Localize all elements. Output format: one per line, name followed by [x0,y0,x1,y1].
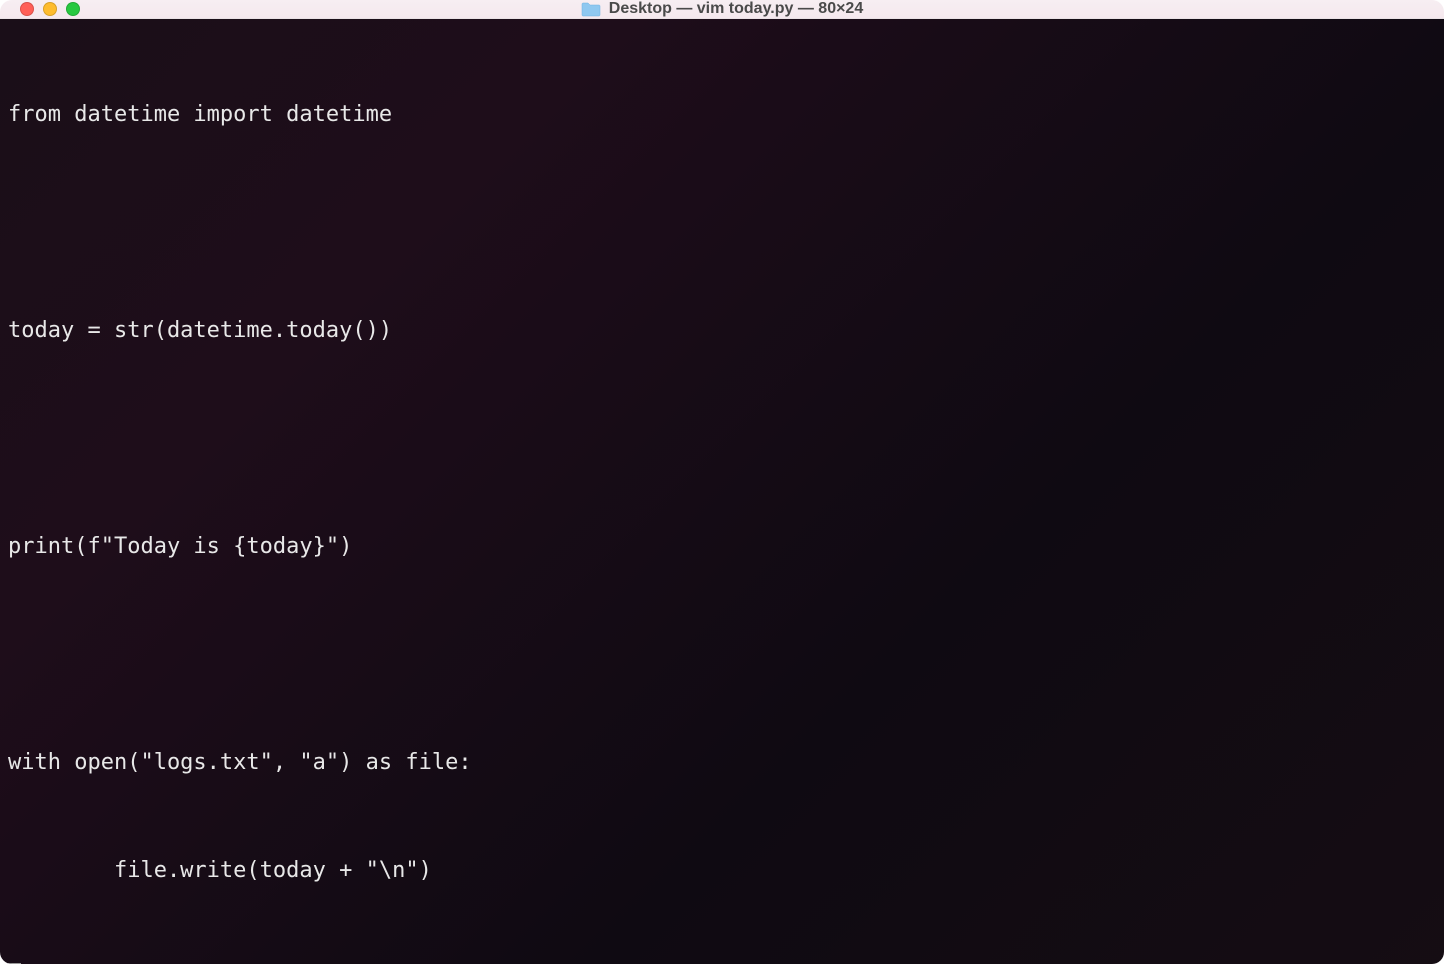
window-title: Desktop — vim today.py — 80×24 [609,0,863,18]
terminal-window: Desktop — vim today.py — 80×24 from date… [0,0,1444,964]
titlebar[interactable]: Desktop — vim today.py — 80×24 [0,0,1444,19]
code-area[interactable]: from datetime import datetime today = st… [8,25,1436,964]
folder-icon [581,1,601,17]
terminal-content[interactable]: from datetime import datetime today = st… [0,19,1444,964]
code-line[interactable]: today = str(datetime.today()) [8,313,1436,349]
maximize-button[interactable] [66,2,80,16]
code-line[interactable]: print(f"Today is {today}") [8,529,1436,565]
code-line[interactable]: file.write(today + "\n") [8,853,1436,889]
code-line[interactable]: with open("logs.txt", "a") as file: [8,745,1436,781]
code-line[interactable] [8,637,1436,673]
traffic-lights [20,2,80,16]
code-line[interactable] [8,205,1436,241]
code-line[interactable] [8,421,1436,457]
title-content: Desktop — vim today.py — 80×24 [20,0,1424,18]
code-line[interactable]: from datetime import datetime [8,97,1436,133]
close-button[interactable] [20,2,34,16]
minimize-button[interactable] [43,2,57,16]
